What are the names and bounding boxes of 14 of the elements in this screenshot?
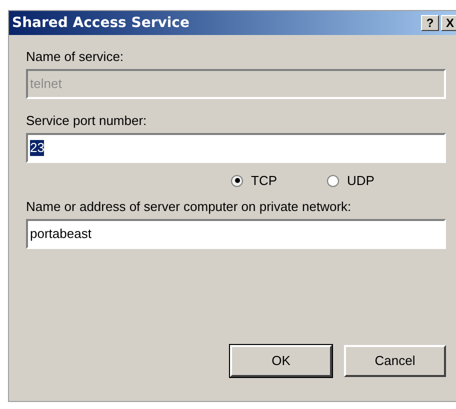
window-title: Shared Access Service [12,14,190,32]
cancel-button[interactable]: Cancel [344,344,446,376]
radio-button[interactable] [231,174,243,187]
input-field[interactable]: 23 [26,133,446,163]
close-button[interactable]: X [441,15,456,31]
radio-label: TCP [251,172,277,190]
input-field[interactable]: portabeast [26,218,446,248]
radio-button[interactable] [327,174,339,187]
radio-label: UDP [347,172,374,190]
field-label: Name of service: [26,49,125,65]
ok-button[interactable]: OK [230,344,332,376]
field-label: Service port number: [26,113,148,129]
help-button[interactable]: ? [421,15,439,31]
field-label: Name or address of server computer on private network: [26,198,352,214]
